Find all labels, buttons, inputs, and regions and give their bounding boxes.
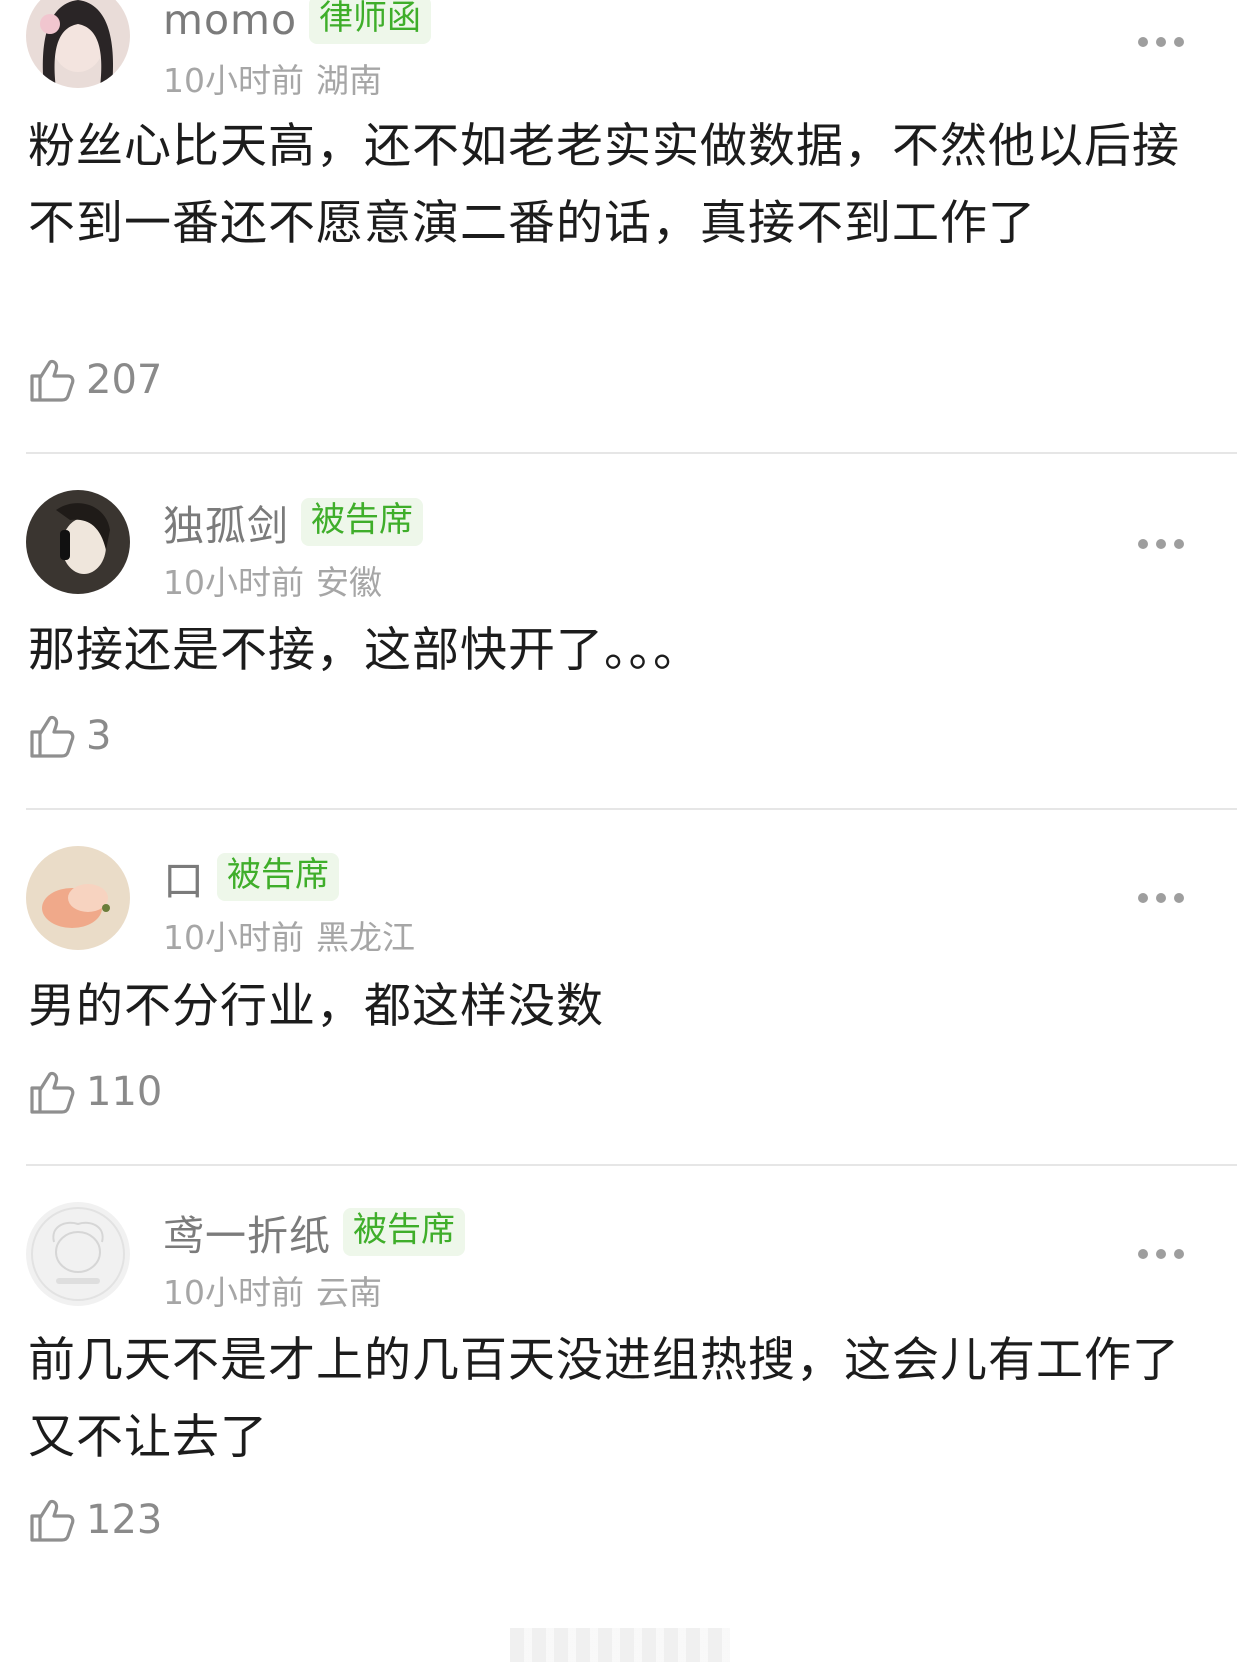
avatar[interactable] [26,846,130,950]
comment-meta: 10小时前 黑龙江 [163,911,415,959]
avatar[interactable] [26,0,130,88]
comment-location: 黑龙江 [316,918,415,957]
comment-location: 云南 [316,1273,382,1312]
thumbs-up-icon [30,1499,75,1542]
comment-time: 10小时前 [163,61,304,100]
user-badge: 被告席 [343,1208,465,1256]
comment-text: 男的不分行业，都这样没数 [28,979,604,1034]
username[interactable]: 口 [163,847,205,907]
comment-time: 10小时前 [163,918,304,957]
like-count: 123 [86,1497,163,1543]
user-badge: 被告席 [217,853,339,901]
divider [26,808,1237,810]
avatar[interactable] [26,1202,130,1306]
more-dots-icon[interactable] [1138,1248,1184,1260]
like-count: 207 [86,357,163,403]
avatar-image [26,490,130,594]
like-count: 110 [86,1069,163,1115]
comment-time: 10小时前 [163,563,304,602]
like-button[interactable]: 3 [28,708,111,764]
divider [26,1164,1237,1166]
comment-text: 那接还是不接，这部快开了。。。 [28,623,701,678]
comment-text: 粉丝心比天高，还不如老老实实做数据，不然他以后接不到一番还不愿意演二番的话，真接… [28,119,1180,251]
like-button[interactable]: 110 [28,1064,162,1120]
avatar-image [26,1202,130,1306]
like-count: 3 [86,713,112,759]
comment-time: 10小时前 [163,1273,304,1312]
thumbs-up-icon [30,359,75,402]
user-badge: 律师函 [309,0,432,44]
more-dots-icon[interactable] [1138,538,1184,550]
avatar[interactable] [26,490,130,594]
username[interactable]: momo [163,0,297,44]
avatar-image [26,0,130,88]
comment-text: 前几天不是才上的几百天没进组热搜，这会儿有工作了又不让去了 [28,1333,1180,1465]
comment-location: 湖南 [316,61,382,100]
like-button[interactable]: 123 [28,1492,162,1548]
watermark-strip [510,1628,730,1662]
comment-location: 安徽 [316,563,382,602]
thumbs-up-icon [30,715,75,758]
comment-meta: 10小时前 云南 [163,1266,382,1314]
avatar-image [26,846,130,950]
more-dots-icon[interactable] [1138,36,1184,48]
username[interactable]: 鸢一折纸 [163,1202,331,1262]
divider [26,452,1237,454]
username[interactable]: 独孤剑 [163,492,289,552]
user-badge: 被告席 [301,498,423,546]
thumbs-up-icon [30,1071,75,1114]
comment-meta: 10小时前 安徽 [163,556,382,604]
more-dots-icon[interactable] [1138,892,1184,904]
like-button[interactable]: 207 [28,352,162,408]
comment-meta: 10小时前 湖南 [163,54,382,102]
